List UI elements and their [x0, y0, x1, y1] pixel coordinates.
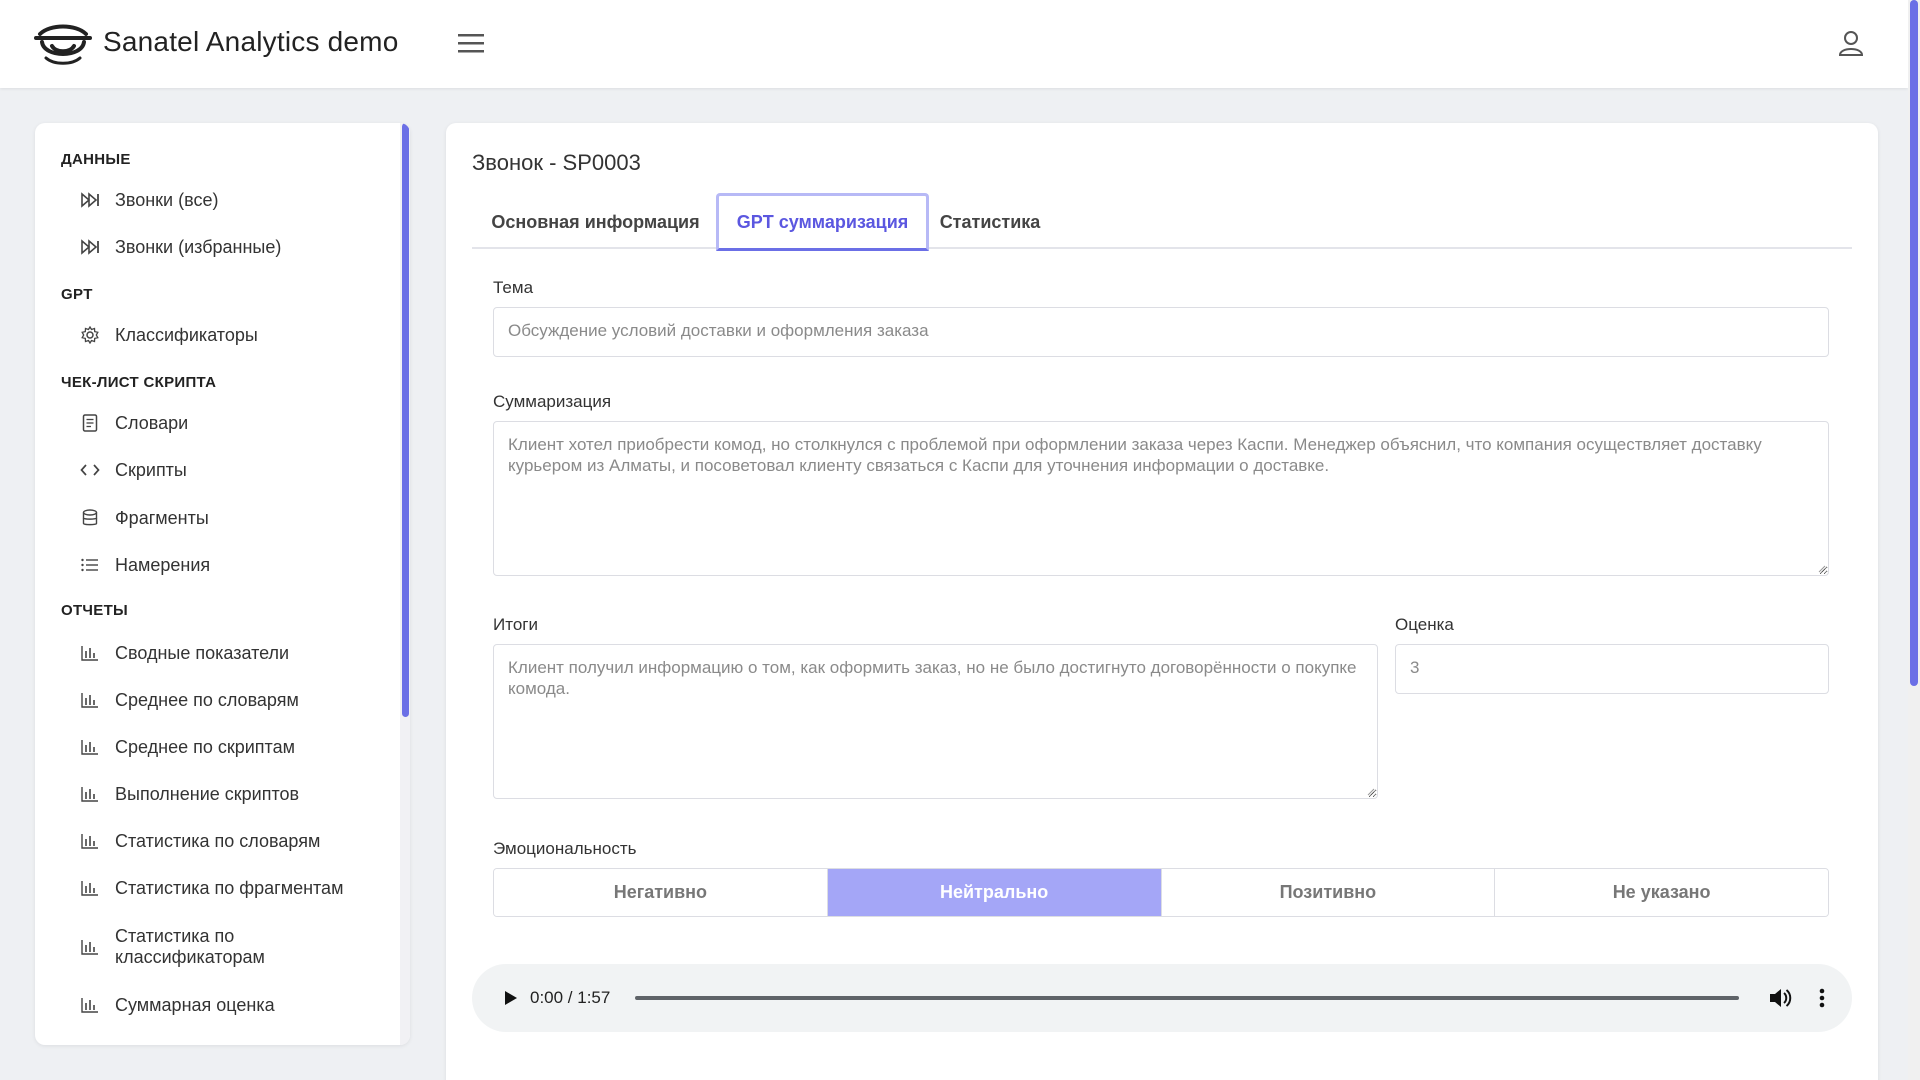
bar-chart-icon — [79, 736, 101, 758]
sidebar-section-title: GPT — [61, 286, 93, 303]
summary-label: Суммаризация — [493, 392, 612, 411]
sidebar-scrollbar[interactable] — [400, 123, 410, 1045]
sidebar-item-label: Звонки (избранные) — [115, 236, 282, 257]
resize-grip-icon[interactable] — [1818, 565, 1826, 573]
bar-chart-icon — [79, 689, 101, 711]
play-icon[interactable] — [498, 986, 522, 1010]
sidebar-item-script-execution[interactable]: Выполнение скриптов — [79, 776, 379, 812]
bar-chart-icon — [79, 830, 101, 852]
top-header: Sanatel Analytics demo — [0, 0, 1908, 88]
emotion-neutral-button[interactable]: Нейтрально — [827, 869, 1162, 916]
sidebar-item-stats-classifiers[interactable]: Статистика по классификаторам — [79, 924, 359, 970]
sidebar-item-total-score[interactable]: Суммарная оценка — [79, 987, 379, 1023]
audio-player: 0:00 / 1:57 — [472, 964, 1852, 1032]
summary-textarea[interactable]: Клиент хотел приобрести комод, но столкн… — [493, 421, 1829, 576]
list-icon — [79, 554, 101, 576]
score-label: Оценка — [1395, 615, 1454, 634]
page-scrollbar-thumb[interactable] — [1910, 0, 1918, 686]
page-title: Звонок - SP0003 — [472, 150, 641, 175]
emotion-positive-button[interactable]: Позитивно — [1161, 869, 1496, 916]
tab-statistics[interactable]: Статистика — [930, 193, 1050, 251]
audio-time: 0:00 / 1:57 — [530, 988, 611, 1007]
hamburger-menu-icon[interactable] — [456, 30, 486, 56]
sidebar-item-avg-dictionaries[interactable]: Среднее по словарям — [79, 682, 379, 718]
sidebar-item-label: Среднее по скриптам — [115, 736, 295, 757]
sidebar-item-label: Статистика по фрагментам — [115, 877, 344, 898]
sidebar-item-label: Звонки (все) — [115, 189, 219, 210]
tab-bar: Основная информация GPT суммаризация Ста… — [472, 193, 1852, 251]
sidebar-item-fragments[interactable]: Фрагменты — [79, 500, 379, 536]
sidebar-item-label: Суммарная оценка — [115, 994, 275, 1015]
topic-field[interactable]: Обсуждение условий доставки и оформления… — [493, 307, 1829, 357]
sidebar-item-label: Сводные показатели — [115, 642, 290, 663]
fast-forward-icon — [79, 189, 101, 211]
sidebar-item-classifiers[interactable]: Классификаторы — [79, 317, 379, 353]
sidebar-item-label: Классификаторы — [115, 324, 258, 345]
bar-chart-icon — [79, 642, 101, 664]
bar-chart-icon — [79, 877, 101, 899]
sidebar-item-label: Словари — [115, 412, 189, 433]
sidebar-item-scripts[interactable]: Скрипты — [79, 452, 379, 488]
tab-gpt-summary[interactable]: GPT суммаризация — [716, 193, 929, 251]
emotion-label: Эмоциональность — [493, 839, 637, 858]
bar-chart-icon — [79, 783, 101, 805]
sanatel-logo-icon — [34, 24, 92, 65]
sidebar-section-title: ЧЕК-ЛИСТ СКРИПТА — [61, 374, 217, 391]
emotion-selector: Негативно Нейтрально Позитивно Не указан… — [493, 868, 1829, 917]
more-options-icon[interactable] — [1808, 984, 1836, 1012]
resize-grip-icon[interactable] — [1367, 788, 1375, 796]
sidebar-item-label: Выполнение скриптов — [115, 783, 300, 804]
sidebar-item-avg-scripts[interactable]: Среднее по скриптам — [79, 729, 379, 765]
database-icon — [79, 507, 101, 529]
fast-forward-icon — [79, 236, 101, 258]
code-icon — [79, 459, 101, 481]
sidebar-section-title: ОТЧЕТЫ — [61, 602, 129, 619]
sidebar-item-calls-all[interactable]: Звонки (все) — [79, 182, 379, 218]
gear-icon — [79, 324, 101, 346]
sidebar-item-summary-metrics[interactable]: Сводные показатели — [79, 635, 379, 671]
brand-title: Sanatel Analytics demo — [103, 26, 399, 57]
page-scrollbar[interactable] — [1908, 0, 1920, 1080]
sidebar-item-calls-favorite[interactable]: Звонки (избранные) — [79, 229, 379, 265]
volume-icon[interactable] — [1766, 984, 1794, 1012]
sidebar-item-dictionaries[interactable]: Словари — [79, 405, 379, 441]
results-textarea[interactable]: Клиент получил информацию о том, как офо… — [493, 644, 1378, 799]
results-label: Итоги — [493, 615, 538, 634]
sidebar-item-label: Фрагменты — [115, 507, 209, 528]
sidebar-item-label: Статистика по классификаторам — [115, 926, 265, 967]
user-profile-icon[interactable] — [1836, 28, 1866, 58]
audio-progress-track[interactable] — [635, 996, 1739, 1000]
sidebar-section-title: ДАННЫЕ — [61, 151, 131, 168]
sidebar-item-label: Скрипты — [115, 459, 187, 480]
bar-chart-icon — [79, 994, 101, 1016]
summary-text: Клиент хотел приобрести комод, но столкн… — [508, 435, 1762, 475]
sidebar-item-stats-fragments[interactable]: Статистика по фрагментам — [79, 870, 379, 906]
score-field[interactable]: 3 — [1395, 644, 1829, 694]
sidebar-item-label: Намерения — [115, 554, 211, 575]
sidebar-item-label: Статистика по словарям — [115, 830, 321, 851]
tab-main-info[interactable]: Основная информация — [472, 193, 719, 251]
book-icon — [79, 412, 101, 434]
sidebar-scrollbar-thumb[interactable] — [402, 123, 409, 717]
sidebar: ДАННЫЕ Звонки (все) Звонки (избранные) G… — [35, 123, 410, 1045]
sidebar-item-stats-dictionaries[interactable]: Статистика по словарям — [79, 823, 379, 859]
emotion-negative-button[interactable]: Негативно — [494, 869, 828, 916]
topic-label: Тема — [493, 278, 534, 297]
bar-chart-icon — [79, 936, 101, 958]
results-text: Клиент получил информацию о том, как офо… — [508, 658, 1357, 698]
emotion-unspecified-button[interactable]: Не указано — [1495, 869, 1828, 916]
sidebar-item-label: Среднее по словарям — [115, 689, 299, 710]
sidebar-item-intents[interactable]: Намерения — [79, 547, 379, 583]
call-detail-card: Звонок - SP0003 Основная информация GPT … — [446, 123, 1878, 1080]
